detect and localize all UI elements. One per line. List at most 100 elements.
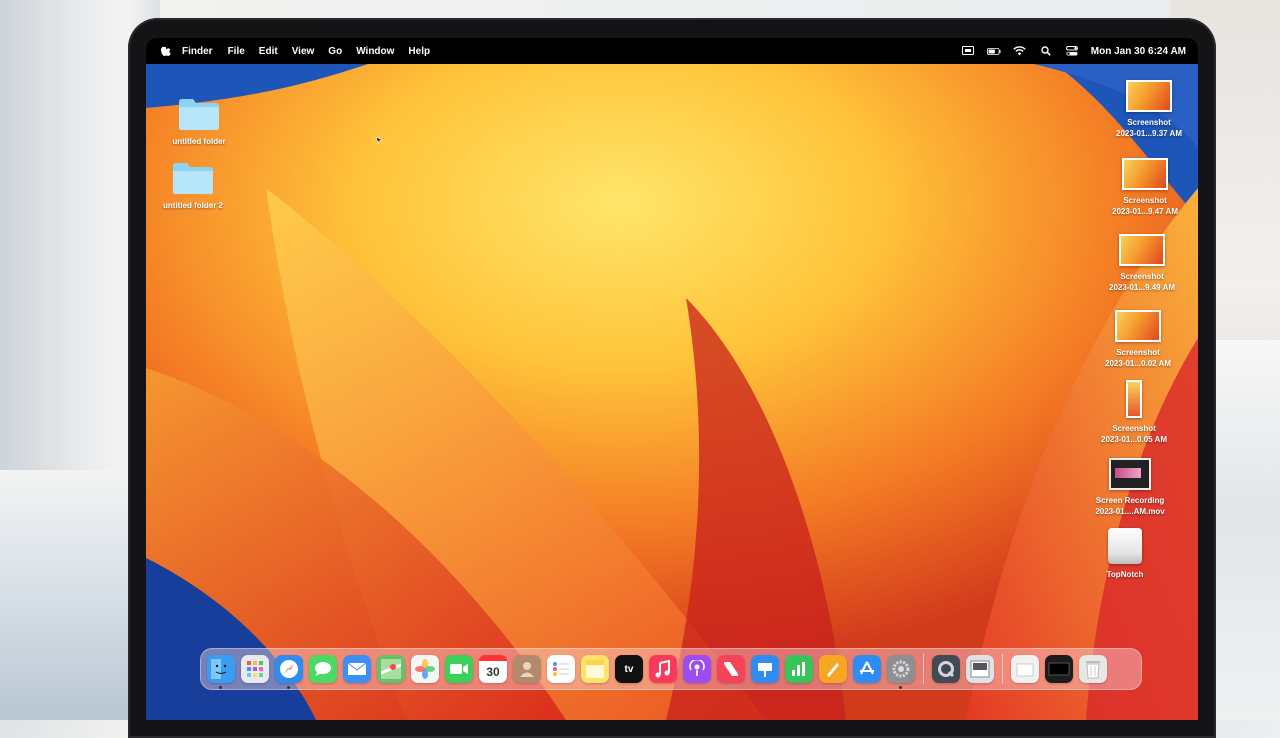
mac-screen: Finder File Edit View Go Window Help Mon… — [146, 38, 1198, 720]
desktop-item-label: Screenshot — [1120, 272, 1164, 281]
dock-calendar[interactable]: 30 — [479, 655, 507, 683]
desktop-folder-untitled[interactable]: untitled folder — [154, 96, 244, 147]
dock-launchpad[interactable] — [241, 655, 269, 683]
mouse-cursor-icon — [375, 136, 383, 144]
pages-pen-icon — [827, 663, 839, 677]
dock-keynote[interactable] — [751, 655, 779, 683]
dock-pages[interactable] — [819, 655, 847, 683]
desktop-item-sublabel: 2023-01...0.05 AM — [1101, 435, 1167, 444]
menu-help[interactable]: Help — [408, 46, 430, 57]
screenshot-thumbnail — [1122, 158, 1168, 190]
dock-app-store[interactable] — [853, 655, 881, 683]
podcasts-icon — [689, 660, 705, 676]
dock-reminders[interactable] — [547, 655, 575, 683]
downloads-stack-icon — [1016, 663, 1034, 677]
dock-contacts[interactable] — [513, 655, 541, 683]
dock-notes[interactable] — [581, 655, 609, 683]
notes-icon — [586, 660, 604, 678]
dock-music[interactable] — [649, 655, 677, 683]
menu-view[interactable]: View — [292, 46, 315, 57]
desktop-item-label: untitled folder 2 — [163, 201, 223, 210]
desktop-item-label: Screen Recording — [1095, 496, 1165, 505]
dock-news[interactable] — [717, 655, 745, 683]
calendar-day: 30 — [486, 664, 500, 679]
dock-quicktime[interactable] — [932, 655, 960, 683]
screenshot-thumbnail — [1115, 310, 1161, 342]
trash-icon — [1086, 661, 1100, 679]
quicktime-icon — [938, 661, 955, 678]
search-icon[interactable] — [1039, 44, 1053, 58]
menu-bar: Finder File Edit View Go Window Help Mon… — [146, 38, 1198, 64]
battery-icon[interactable] — [986, 44, 1001, 58]
running-indicator — [219, 686, 222, 689]
dock-recent-window[interactable] — [1045, 655, 1073, 683]
dock-preview[interactable] — [966, 655, 994, 683]
desktop-drive-topnotch[interactable]: TopNotch — [1080, 528, 1170, 580]
screen-recording-thumbnail — [1109, 458, 1151, 490]
desktop-screenshot-3[interactable]: Screenshot 2023-01...9.49 AM — [1097, 234, 1187, 293]
dock-trash[interactable] — [1079, 655, 1107, 683]
dock-separator — [1002, 654, 1003, 684]
dock-podcasts[interactable] — [683, 655, 711, 683]
tv-label: tv — [624, 663, 634, 675]
dock: 30 tv — [200, 648, 1142, 690]
desktop-item-label: untitled folder — [172, 137, 226, 146]
desktop-item-label: Screenshot — [1127, 118, 1171, 127]
screenshot-thumbnail — [1119, 234, 1165, 266]
mail-envelope-icon — [347, 662, 367, 675]
desktop-item-label: Screenshot — [1123, 196, 1167, 205]
folder-icon — [177, 96, 221, 132]
menu-edit[interactable]: Edit — [259, 46, 278, 57]
calendar-header — [479, 655, 507, 661]
dock-finder[interactable] — [207, 655, 235, 689]
apple-icon[interactable] — [158, 44, 174, 59]
menu-file[interactable]: File — [228, 46, 245, 57]
dock-tv[interactable]: tv — [615, 655, 643, 683]
desktop-item-label: TopNotch — [1106, 570, 1144, 579]
menu-go[interactable]: Go — [328, 46, 342, 57]
window-thumbnail-icon — [1048, 662, 1070, 676]
dock-separator — [923, 654, 924, 684]
desktop-folder-untitled-2[interactable]: untitled folder 2 — [148, 160, 238, 211]
music-note-icon — [655, 660, 670, 678]
maps-icon — [381, 659, 401, 679]
dock-mail[interactable] — [343, 655, 371, 683]
dock-photos[interactable] — [411, 655, 439, 683]
contacts-person-icon — [520, 662, 534, 677]
wifi-icon[interactable] — [1013, 44, 1027, 58]
folder-icon — [171, 160, 215, 196]
running-indicator — [287, 686, 290, 689]
numbers-chart-icon — [792, 662, 805, 676]
dock-messages[interactable] — [309, 655, 337, 683]
dock-maps[interactable] — [377, 655, 405, 683]
desktop-item-label: Screenshot — [1116, 348, 1160, 357]
dock-numbers[interactable] — [785, 655, 813, 683]
screenshot-tall-thumbnail — [1126, 380, 1142, 418]
safari-compass-icon — [280, 660, 298, 678]
gear-icon — [892, 660, 910, 678]
desktop-screenshot-1[interactable]: Screenshot 2023-01...9.37 AM — [1104, 80, 1194, 139]
desktop-screenshot-5[interactable]: Screenshot 2023-01...0.05 AM — [1089, 380, 1179, 445]
menu-app-finder[interactable]: Finder — [182, 46, 213, 57]
dock-safari[interactable] — [275, 655, 303, 689]
keynote-podium-icon — [758, 663, 772, 677]
drive-icon — [1108, 528, 1142, 564]
facetime-camera-icon — [450, 664, 468, 674]
dock-facetime[interactable] — [445, 655, 473, 683]
dock-system-settings[interactable] — [887, 655, 915, 689]
photos-flower-icon — [415, 659, 435, 679]
dock-downloads-stack[interactable] — [1011, 655, 1039, 683]
menu-clock[interactable]: Mon Jan 30 6:24 AM — [1091, 46, 1186, 57]
finder-icon — [211, 659, 227, 679]
desktop-screenshot-2[interactable]: Screenshot 2023-01...9.47 AM — [1100, 158, 1190, 217]
app-store-icon — [860, 661, 874, 675]
desktop-item-sublabel: 2023-01....AM.mov — [1095, 507, 1165, 516]
desktop-screenshot-4[interactable]: Screenshot 2023-01...0.02 AM — [1093, 310, 1183, 369]
screen-mirroring-icon[interactable] — [961, 44, 975, 58]
reminders-list-icon — [553, 662, 569, 676]
desktop-screen-recording[interactable]: Screen Recording 2023-01....AM.mov — [1085, 458, 1175, 517]
menu-window[interactable]: Window — [356, 46, 394, 57]
launchpad-icon — [247, 661, 263, 677]
status-area: Mon Jan 30 6:24 AM — [961, 44, 1186, 58]
control-center-icon[interactable] — [1065, 44, 1079, 58]
